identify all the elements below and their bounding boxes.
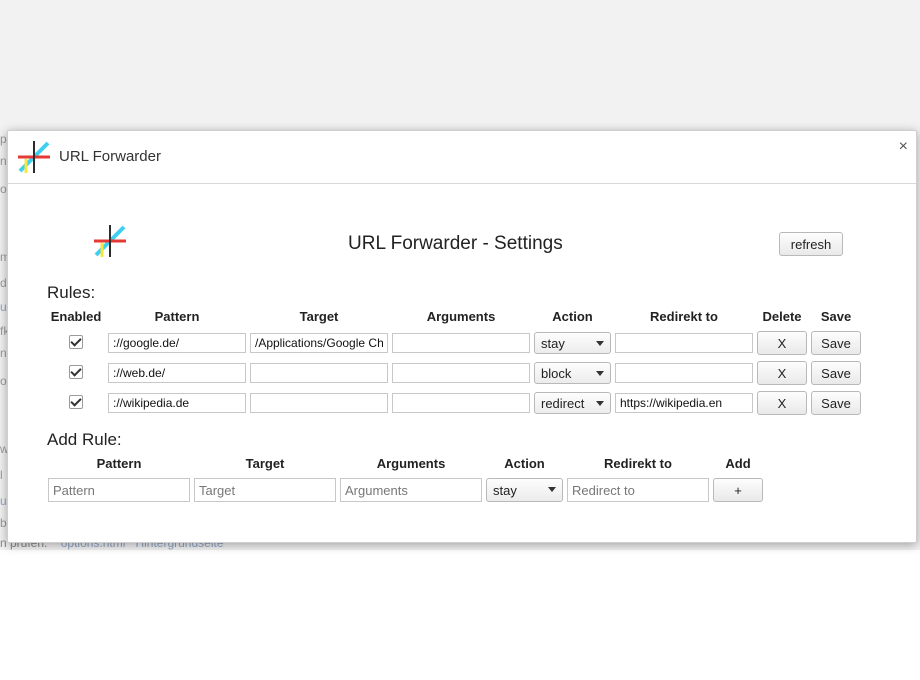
new-redirect-input[interactable]: [567, 478, 709, 502]
add-rule-row: stay +: [46, 475, 765, 505]
column-header: Save: [820, 309, 852, 324]
enabled-checkbox[interactable]: [69, 364, 83, 379]
rule-row: stay X Save: [46, 328, 863, 358]
new-pattern-input[interactable]: [48, 478, 190, 502]
rule-row: block X Save: [46, 358, 863, 388]
url-forwarder-logo-icon: [18, 141, 50, 173]
pattern-input[interactable]: [108, 363, 246, 383]
action-value: stay: [493, 483, 517, 498]
column-header: Redirekt to: [604, 456, 672, 471]
refresh-button[interactable]: refresh: [779, 232, 843, 256]
target-input[interactable]: [250, 363, 388, 383]
target-input[interactable]: [250, 333, 388, 353]
chevron-down-icon: [596, 401, 604, 406]
new-action-select[interactable]: stay: [486, 478, 563, 502]
target-input[interactable]: [250, 393, 388, 413]
column-header: Pattern: [154, 309, 200, 324]
save-rule-button[interactable]: Save: [811, 391, 861, 415]
page-title: URL Forwarder - Settings: [348, 233, 563, 254]
column-header: Pattern: [96, 456, 142, 471]
background-fragment: n: [0, 346, 7, 360]
action-value: stay: [541, 336, 565, 351]
enabled-checkbox[interactable]: [69, 334, 83, 349]
action-select[interactable]: redirect: [534, 392, 611, 414]
background-fragment: u: [0, 300, 7, 314]
action-value: redirect: [541, 396, 585, 411]
column-header: Redirekt to: [650, 309, 718, 324]
url-forwarder-logo-icon: [94, 225, 126, 257]
column-header: Add: [725, 456, 751, 471]
background-fragment: b: [0, 516, 7, 530]
background-fragment: o: [0, 182, 7, 196]
background-fragment: n: [0, 154, 7, 168]
background-fragment: o: [0, 374, 7, 388]
background-fragment: p: [0, 132, 7, 146]
redirect-input[interactable]: [615, 393, 753, 413]
delete-rule-button[interactable]: X: [757, 331, 807, 355]
chevron-down-icon: [548, 487, 556, 492]
save-rule-button[interactable]: Save: [811, 331, 861, 355]
add-rule-header-row: Pattern Target Arguments Action Redirekt…: [46, 456, 765, 475]
new-target-input[interactable]: [194, 478, 336, 502]
action-select[interactable]: block: [534, 362, 611, 384]
column-header: Action: [504, 456, 545, 471]
rules-header-row: Enabled Pattern Target Arguments Action …: [46, 309, 863, 328]
background-fragment: d: [0, 276, 7, 290]
chevron-down-icon: [596, 371, 604, 376]
redirect-input[interactable]: [615, 333, 753, 353]
new-arguments-input[interactable]: [340, 478, 482, 502]
column-header: Arguments: [426, 309, 496, 324]
chevron-down-icon: [596, 341, 604, 346]
add-rule-button[interactable]: +: [713, 478, 763, 502]
background-fragment: l: [0, 468, 3, 482]
dialog-titlebar: URL Forwarder ×: [8, 131, 916, 184]
column-header: Action: [552, 309, 593, 324]
dialog-title: URL Forwarder: [59, 148, 161, 165]
background-fragment: u: [0, 494, 7, 508]
enabled-checkbox[interactable]: [69, 394, 83, 409]
column-header: Delete: [762, 309, 802, 324]
delete-rule-button[interactable]: X: [757, 361, 807, 385]
arguments-input[interactable]: [392, 393, 530, 413]
settings-dialog: URL Forwarder × URL Forwarder - Settings…: [7, 130, 917, 543]
save-rule-button[interactable]: Save: [811, 361, 861, 385]
redirect-input[interactable]: [615, 363, 753, 383]
column-header: Target: [245, 456, 285, 471]
column-header: Enabled: [50, 309, 102, 324]
delete-rule-button[interactable]: X: [757, 391, 807, 415]
action-select[interactable]: stay: [534, 332, 611, 354]
add-rule-section-title: Add Rule:: [47, 430, 122, 449]
rule-row: redirect X Save: [46, 388, 863, 418]
rules-table: Enabled Pattern Target Arguments Action …: [46, 309, 863, 418]
action-value: block: [541, 366, 572, 381]
close-icon[interactable]: ×: [899, 138, 908, 156]
rules-section-title: Rules:: [47, 283, 96, 302]
add-rule-table: Pattern Target Arguments Action Redirekt…: [46, 456, 765, 505]
column-header: Arguments: [376, 456, 446, 471]
arguments-input[interactable]: [392, 363, 530, 383]
pattern-input[interactable]: [108, 333, 246, 353]
column-header: Target: [299, 309, 339, 324]
arguments-input[interactable]: [392, 333, 530, 353]
pattern-input[interactable]: [108, 393, 246, 413]
